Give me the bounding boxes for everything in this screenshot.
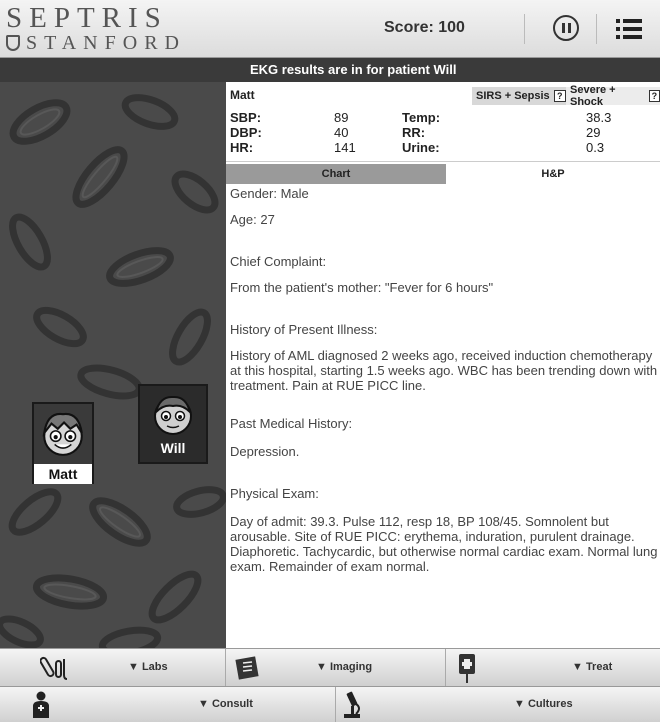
physical-exam-heading: Physical Exam:: [230, 486, 319, 501]
hpi-text: History of AML diagnosed 2 weeks ago, re…: [230, 348, 658, 393]
tab-chart[interactable]: Chart: [226, 164, 446, 184]
action-toolbar-secondary: ▼ Consult ▼ Cultures: [0, 686, 660, 722]
doctor-icon: [33, 691, 49, 718]
vital-label: HR:: [230, 140, 254, 155]
patient-card-matt[interactable]: Matt: [32, 402, 94, 484]
gender-text: Gender: Male: [230, 186, 309, 201]
patient-avatar-icon: [154, 395, 192, 435]
microscope-icon: [344, 691, 360, 718]
labs-button[interactable]: ▼ Labs: [0, 649, 226, 686]
pmh-text: Depression.: [230, 444, 300, 459]
iv-bag-icon: [459, 654, 475, 683]
patient-card-will[interactable]: Will: [138, 384, 208, 464]
sirs-sepsis-button[interactable]: SIRS + Sepsis?: [472, 87, 568, 105]
vital-label: RR:: [402, 125, 426, 140]
vital-value: 38.3: [586, 110, 612, 125]
selected-patient-name: Matt: [230, 88, 255, 102]
septris-logo: SEPTRIS STANFORD: [6, 4, 186, 54]
patient-name-matt: Matt: [34, 464, 92, 484]
menu-list-icon[interactable]: [616, 18, 642, 40]
record-tabs: Chart H&P: [226, 164, 660, 184]
notification-text: EKG results are in for patient Will: [250, 62, 457, 77]
divider: [596, 14, 597, 44]
notification-bar: EKG results are in for patient Will: [0, 58, 660, 82]
chief-complaint-text: From the patient's mother: "Fever for 6 …: [230, 280, 494, 295]
help-icon[interactable]: ?: [648, 90, 660, 102]
cells-background: [0, 94, 226, 648]
pmh-heading: Past Medical History:: [230, 416, 353, 431]
chief-complaint-heading: Chief Complaint:: [230, 254, 327, 269]
action-toolbar-primary: ▼ Labs ▼ Imaging ▼ Treat: [0, 648, 660, 686]
help-icon[interactable]: ?: [553, 90, 566, 102]
vital-value: 29: [586, 125, 601, 140]
physical-exam-text: Day of admit: 39.3. Pulse 112, resp 18, …: [230, 514, 658, 574]
history-physical-content: Gender: Male Age: 27 Chief Complaint: Fr…: [226, 184, 660, 648]
vital-label: DBP:: [230, 125, 262, 140]
pause-button[interactable]: [553, 15, 579, 41]
vital-value: 141: [334, 140, 356, 155]
patient-avatar-icon: [42, 412, 83, 456]
vital-value: 0.3: [586, 140, 605, 155]
divider: [524, 14, 525, 44]
logo-subtitle: STANFORD: [26, 32, 186, 54]
patient-name-will: Will: [160, 440, 186, 456]
shield-icon: [6, 35, 20, 51]
tab-history-physical[interactable]: H&P: [446, 164, 660, 184]
vital-value: 40: [334, 125, 349, 140]
test-tubes-icon: [40, 656, 68, 680]
hpi-heading: History of Present Illness:: [230, 322, 378, 337]
xray-film-icon: [235, 656, 259, 680]
patient-board: Will Matt: [0, 82, 226, 648]
age-text: Age: 27: [230, 212, 275, 227]
cultures-button[interactable]: ▼ Cultures: [336, 687, 660, 722]
vital-label: SBP:: [230, 110, 262, 125]
imaging-button[interactable]: ▼ Imaging: [226, 649, 446, 686]
treat-button[interactable]: ▼ Treat: [446, 649, 660, 686]
score-display: Score: 100: [384, 19, 465, 36]
vital-label: Temp:: [402, 110, 441, 125]
severe-shock-button[interactable]: Severe + Shock?: [566, 84, 660, 108]
vital-value: 89: [334, 110, 349, 125]
header-bar: SEPTRIS STANFORD Score: 100: [0, 0, 660, 58]
vitals-panel: Matt SIRS + Sepsis? Severe + Shock? SBP:…: [226, 82, 660, 162]
consult-button[interactable]: ▼ Consult: [0, 687, 336, 722]
vital-label: Urine:: [402, 140, 440, 155]
logo-title: SEPTRIS: [6, 2, 168, 34]
